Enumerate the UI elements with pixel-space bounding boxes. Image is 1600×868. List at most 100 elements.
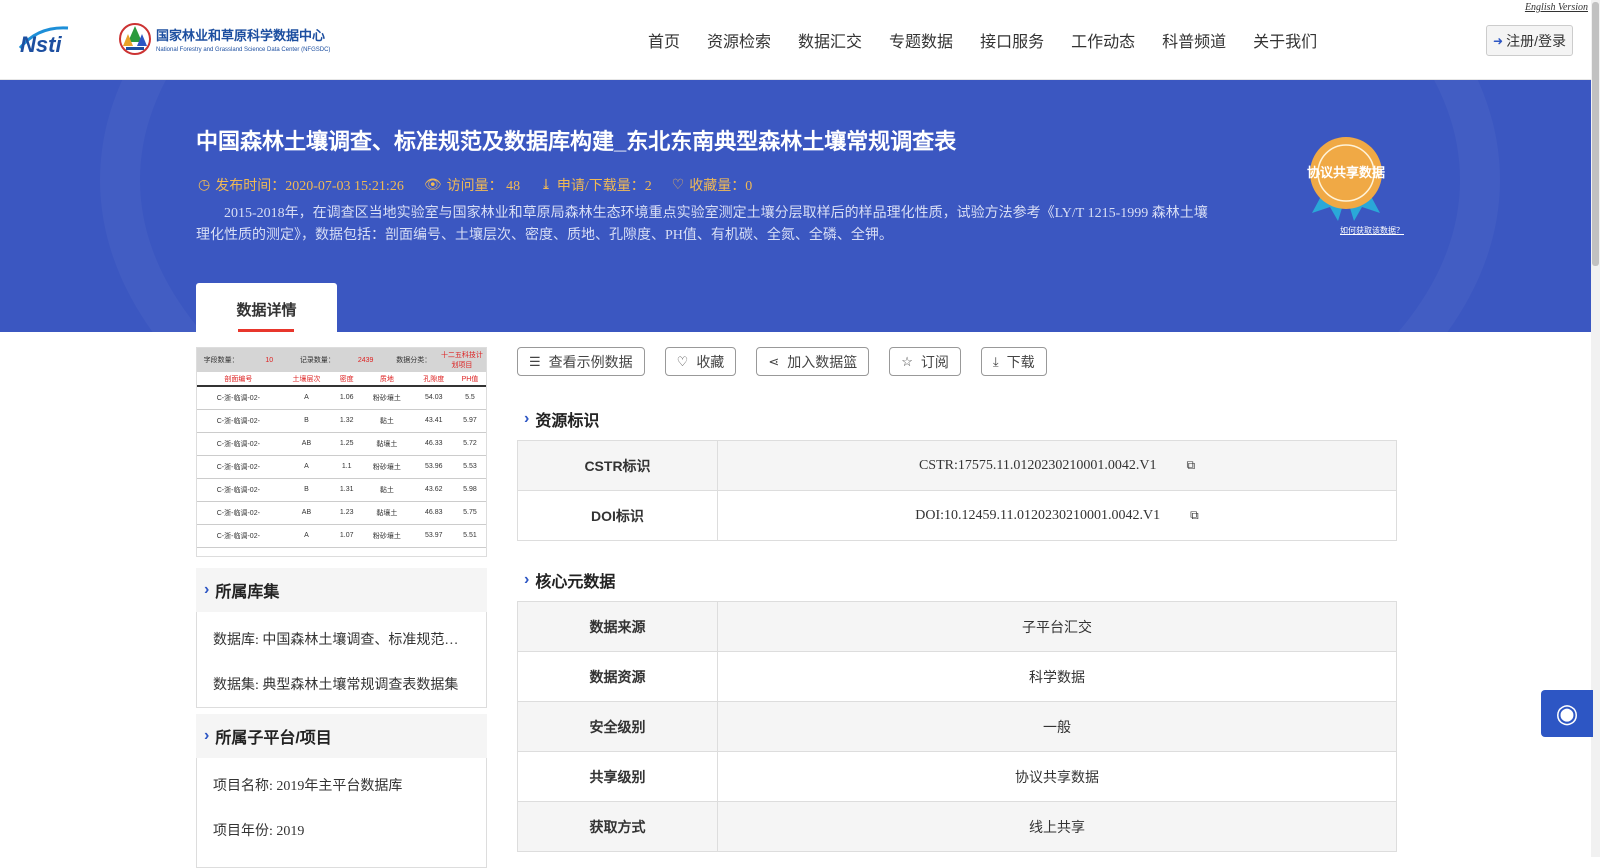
action-bar: ☰ 查看示例数据 ♡ 收藏 ⋖ 加入数据篮 ☆ 订阅 ⤓ 下载 <box>517 347 1067 376</box>
download-button[interactable]: ⤓ 下载 <box>980 347 1047 376</box>
table-cell: 1.32 <box>333 409 361 433</box>
table-cell: C-浙-临调-02- <box>197 501 280 525</box>
table-cell: 1.31 <box>333 478 361 502</box>
subscribe-button[interactable]: ☆ 订阅 <box>889 347 961 376</box>
table-cell: 粉砂壤土 <box>360 386 414 410</box>
field-count-label: 字段数量： <box>203 357 239 364</box>
table-cell: 黏壤土 <box>360 432 414 456</box>
col-header: 密度 <box>333 372 361 387</box>
col-header: 土壤层次 <box>279 372 334 387</box>
add-to-basket-button[interactable]: ⋖ 加入数据篮 <box>756 347 870 376</box>
nav-topic-data[interactable]: 专题数据 <box>889 28 953 52</box>
tab-data-details[interactable]: 数据详情 <box>196 283 337 332</box>
table-row: C-浙-临调-02- AB 1.25 黏壤土 46.33 5.72 <box>197 432 486 456</box>
category-label: 数据分类： <box>396 357 432 364</box>
qq-chat-button[interactable]: ◉ <box>1541 690 1593 737</box>
nav-home[interactable]: 首页 <box>648 28 680 52</box>
table-cell: 黏壤土 <box>360 501 414 525</box>
table-row: C-浙-临调-02- B 1.31 黏土 43.62 5.98 <box>197 478 486 502</box>
favorite-button[interactable]: ♡ 收藏 <box>664 347 737 376</box>
table-cell: C-浙-临调-02- <box>197 455 280 479</box>
collection-panel: ›所属库集 数据库: 中国森林土壤调查、标准规范及数据库构建 数据集: 典型森林… <box>196 568 487 708</box>
chevron-right-icon: › <box>204 581 210 598</box>
share-icon: ⋖ <box>768 353 780 369</box>
meta-key: 数据来源 <box>517 601 718 652</box>
meta-value: 线上共享 <box>717 801 1397 852</box>
download-count: ⤓ 申请/下载量：2 <box>540 177 652 195</box>
copy-icon[interactable]: ⧉ <box>1190 508 1199 523</box>
login-button[interactable]: ➜ 注册/登录 <box>1486 25 1573 56</box>
table-cell: A <box>279 524 334 548</box>
meta-value: 子平台汇交 <box>717 601 1397 652</box>
table-cell: AB <box>279 432 334 456</box>
database-link[interactable]: 数据库: 中国森林土壤调查、标准规范及数据库构建 <box>213 618 469 663</box>
copy-icon[interactable]: ⧉ <box>1186 458 1195 473</box>
view-sample-button[interactable]: ☰ 查看示例数据 <box>517 347 645 376</box>
clock-icon: ◷ <box>198 177 211 193</box>
table-cell: 43.41 <box>413 409 454 433</box>
table-cell: 粉砂壤土 <box>360 524 414 548</box>
doi-value: DOI:10.12459.11.0120230210001.0042.V1 <box>915 507 1161 523</box>
meta-key: 共享级别 <box>517 751 718 802</box>
tab-active-underline <box>238 329 294 332</box>
table-cell: 46.33 <box>413 432 454 456</box>
cstr-cell: CSTR:17575.11.0120230210001.0042.V1 ⧉ <box>717 440 1397 491</box>
table-row: C-浙-临调-02- A 1.1 粉砂壤土 53.96 5.53 <box>197 455 486 479</box>
table-cell: 5.53 <box>453 455 486 479</box>
svg-text:协议共享数据: 协议共享数据 <box>1307 165 1385 180</box>
table-row: 数据来源 子平台汇交 <box>517 601 1397 652</box>
forest-emblem-icon <box>119 23 151 55</box>
meta-key: 获取方式 <box>517 801 718 852</box>
nav-science-channel[interactable]: 科普频道 <box>1162 28 1226 52</box>
field-count-value: 10 <box>265 356 274 364</box>
dataset-meta: ◷ 发布时间：2020-07-03 15:21:26 👁 访问量： 48 ⤓ 申请/下… <box>198 175 772 195</box>
dataset-description: 2015-2018年，在调查区当地实验室与国家林业和草原局森林生态环境重点实验室… <box>196 206 1208 243</box>
shared-data-badge-icon: 协议共享数据 <box>1307 137 1385 221</box>
heart-icon: ♡ <box>676 353 689 369</box>
table-row: 共享级别 协议共享数据 <box>517 751 1397 802</box>
record-count-label: 记录数量： <box>299 357 335 364</box>
table-row: 数据资源 科学数据 <box>517 651 1397 702</box>
nfgsdc-logo[interactable]: 国家林业和草原科学数据中心 National Forestry and Gras… <box>118 20 330 58</box>
table-cell: AB <box>279 501 334 525</box>
meta-value: 科学数据 <box>717 651 1397 702</box>
table-row: C-浙-临调-02- A 1.06 粉砂壤土 54.03 5.5 <box>197 386 486 410</box>
scrollbar-thumb[interactable] <box>1592 2 1599 266</box>
chat-penguin-icon: ◉ <box>1555 698 1579 728</box>
table-cell: 5.72 <box>453 432 486 456</box>
sign-in-icon: ➜ <box>1493 33 1504 48</box>
nav-about-us[interactable]: 关于我们 <box>1253 28 1317 52</box>
project-panel: › 所属子平台/项目 项目名称: 2019年主平台数据库 项目年份: 2019 <box>196 714 487 868</box>
table-row: 获取方式 线上共享 <box>517 801 1397 852</box>
table-cell: 5.51 <box>453 524 486 548</box>
nav-resource-search[interactable]: 资源检索 <box>707 28 771 52</box>
nav-api-service[interactable]: 接口服务 <box>980 28 1044 52</box>
sample-table: 剖面编号 土壤层次 密度 质地 孔隙度 PH值 C-浙-临调-02- A 1.06 粉… <box>197 372 486 548</box>
table-row: C-浙-临调-02- A 1.07 粉砂壤土 53.97 5.51 <box>197 524 486 548</box>
table-cell: C-浙-临调-02- <box>197 432 280 456</box>
logo-title-en: National Forestry and Grassland Science … <box>156 47 331 53</box>
chevron-right-icon: › <box>524 571 530 588</box>
table-cell: 黏土 <box>360 478 414 502</box>
download-icon: ⤓ <box>992 353 999 369</box>
core-meta-heading: › 核心元数据 <box>524 571 616 591</box>
table-cell: C-浙-临调-02- <box>197 524 280 548</box>
download-icon: ⤓ <box>540 177 552 193</box>
how-to-get-data-link[interactable]: 如何获取该数据？ <box>1340 225 1404 236</box>
nav-news[interactable]: 工作动态 <box>1071 28 1135 52</box>
category-value: 十二五科技计划项目 <box>440 352 483 369</box>
dataset-link[interactable]: 数据集: 典型森林土壤常规调查表数据集 <box>213 663 469 708</box>
english-version-link[interactable]: English Version <box>1525 2 1588 13</box>
col-header: 孔隙度 <box>413 372 454 387</box>
col-header: 质地 <box>360 372 414 387</box>
svg-text:Nsti: Nsti <box>20 32 62 56</box>
eye-icon: 👁 <box>423 177 442 193</box>
nsti-logo[interactable]: Nsti <box>18 22 98 56</box>
table-row: 安全级别 一般 <box>517 701 1397 752</box>
tab-label: 数据详情 <box>236 302 297 319</box>
nav-data-submission[interactable]: 数据汇交 <box>798 28 862 52</box>
table-cell: B <box>279 478 334 502</box>
table-row: C-浙-临调-02- AB 1.23 黏壤土 46.83 5.75 <box>197 501 486 525</box>
meta-value: 协议共享数据 <box>717 751 1397 802</box>
sample-data-preview[interactable]: 字段数量： 10 记录数量： 2439 数据分类： 十二五科技计划项目 剖面编号… <box>196 347 487 557</box>
